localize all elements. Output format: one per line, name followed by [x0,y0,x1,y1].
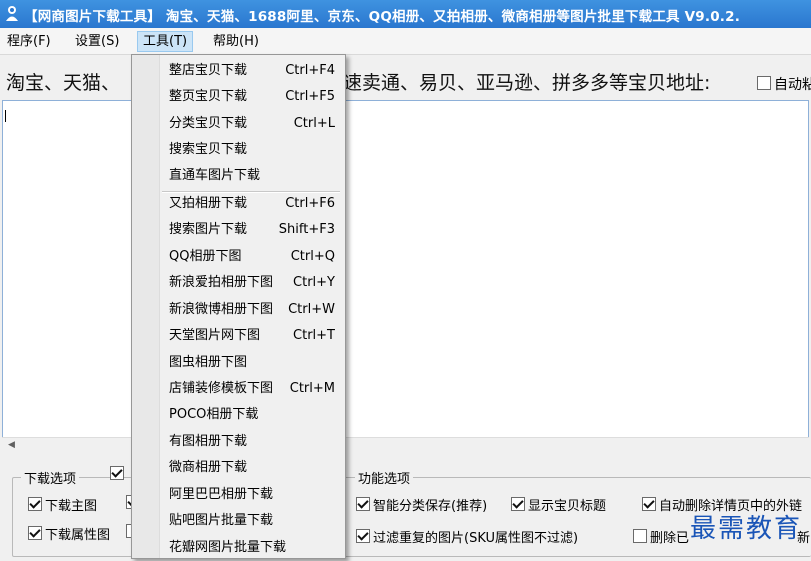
window-title: 【网商图片下载工具】 淘宝、天猫、1688阿里、京东、QQ相册、又拍相册、微商相… [24,9,741,25]
checkbox-icon[interactable] [511,497,525,511]
checkbox-icon[interactable] [642,497,656,511]
menu-item-label: 直通车图片下载 [169,168,261,183]
menu-item-shortcut: Ctrl+W [288,302,335,317]
menu-item-label: 店铺装修模板下图 [169,381,274,396]
menu-item-label: 天堂图片网下图 [169,328,261,343]
show-title-label: 显示宝贝标题 [528,499,607,514]
menu-item-label: 整店宝贝下载 [169,63,248,78]
url-input-area[interactable] [2,100,809,452]
menu-item-label: 搜索图片下载 [169,222,248,237]
address-hint-left: 淘宝、天猫、 [6,72,121,94]
auto-paste-label: 自动粘 [774,77,811,93]
menu-item-label: 新浪微博相册下图 [169,302,274,317]
menu-item-search-download[interactable]: 搜索宝贝下载 [132,137,345,163]
menu-item-label: 有图相册下载 [169,434,248,449]
show-title-checkbox[interactable]: 显示宝贝标题 [511,495,606,514]
address-hint-right: 速卖通、易贝、亚马逊、拼多多等宝贝地址: [343,72,711,94]
auto-paste-checkbox[interactable]: 自动粘 [757,74,811,94]
menu-item-label: 新浪爱拍相册下图 [169,275,274,290]
checkbox-icon[interactable] [356,529,370,543]
menu-item-shortcut: Ctrl+M [289,381,335,396]
checkbox-icon[interactable] [633,529,647,543]
app-logo-icon [6,6,18,21]
menu-item-sina-aipai[interactable]: 新浪爱拍相册下图 Ctrl+Y [132,270,345,296]
function-options-title: 功能选项 [355,468,414,487]
download-main-image-checkbox[interactable]: 下载主图 [28,495,97,514]
smart-save-label: 智能分类保存(推荐) [373,499,488,514]
menu-item-huaban-images[interactable]: 花瓣网图片批量下载 [132,535,345,561]
download-options-title: 下载选项 [21,468,80,487]
menu-settings[interactable]: 设置(S) [70,32,124,51]
checkbox-icon[interactable] [110,466,124,480]
menu-tools[interactable]: 工具(T) [137,31,194,52]
horizontal-scrollbar[interactable]: ◀ [2,437,809,453]
menu-item-alibaba-album[interactable]: 阿里巴巴相册下载 [132,482,345,508]
download-main-image-label: 下载主图 [45,499,98,514]
menu-item-shortcut: Ctrl+F5 [285,89,335,104]
menu-item-youtu-album[interactable]: 有图相册下载 [132,429,345,455]
smart-save-checkbox[interactable]: 智能分类保存(推荐) [356,495,487,514]
menu-item-shop-download[interactable]: 整店宝贝下载 Ctrl+F4 [132,58,345,84]
menu-item-label: 微商相册下载 [169,460,248,475]
checkbox-icon[interactable] [28,526,42,540]
menu-program[interactable]: 程序(F) [2,32,56,51]
menu-item-search-images[interactable]: 搜索图片下载 Shift+F3 [132,217,345,243]
menu-item-poco-album[interactable]: POCO相册下载 [132,402,345,428]
menu-item-tuchong[interactable]: 图虫相册下图 [132,350,345,376]
menu-item-label: 整页宝贝下载 [169,89,248,104]
menu-item-shortcut: Shift+F3 [278,222,335,237]
menu-item-label: 又拍相册下载 [169,196,248,211]
menu-item-shop-template[interactable]: 店铺装修模板下图 Ctrl+M [132,376,345,402]
menu-item-shortcut: Ctrl+F4 [285,63,335,78]
watermark-text: 最需教育 [690,514,803,544]
menu-item-label: 贴吧图片批量下载 [169,513,274,528]
scroll-left-icon[interactable]: ◀ [8,440,15,450]
menu-item-upai-album[interactable]: 又拍相册下载 Ctrl+F6 [132,191,345,217]
checkbox-icon[interactable] [356,497,370,511]
menu-item-shortcut: Ctrl+T [293,328,335,343]
menu-item-qq-album[interactable]: QQ相册下图 Ctrl+Q [132,244,345,270]
menu-item-shortcut: Ctrl+Y [293,275,335,290]
checkbox-icon[interactable] [28,497,42,511]
menu-item-label: 阿里巴巴相册下载 [169,487,274,502]
menu-item-category-download[interactable]: 分类宝贝下载 Ctrl+L [132,111,345,137]
menu-item-weishang-album[interactable]: 微商相册下载 [132,455,345,481]
download-attr-image-label: 下载属性图 [45,528,111,543]
download-option-extra[interactable] [110,466,127,483]
menu-help[interactable]: 帮助(H) [208,32,264,51]
filter-duplicates-label: 过滤重复的图片(SKU属性图不过滤) [373,531,579,546]
menu-item-sina-weibo[interactable]: 新浪微博相册下图 Ctrl+W [132,297,345,323]
delete-option-checkbox[interactable]: 删除已 [633,527,689,546]
menu-item-shortcut: Ctrl+F6 [285,196,335,211]
menu-item-label: 花瓣网图片批量下载 [169,540,287,555]
filter-duplicates-checkbox[interactable]: 过滤重复的图片(SKU属性图不过滤) [356,527,578,546]
menu-item-label: 分类宝贝下载 [169,116,248,131]
menu-bar: 程序(F) 设置(S) 工具(T) 帮助(H) [0,28,811,55]
title-bar: 【网商图片下载工具】 淘宝、天猫、1688阿里、京东、QQ相册、又拍相册、微商相… [0,0,811,28]
menu-item-ivsky[interactable]: 天堂图片网下图 Ctrl+T [132,323,345,349]
delete-option-label: 删除已 [650,531,690,546]
menu-item-page-download[interactable]: 整页宝贝下载 Ctrl+F5 [132,84,345,110]
download-attr-image-checkbox[interactable]: 下载属性图 [28,524,110,543]
menu-item-label: POCO相册下载 [169,407,259,422]
menu-item-label: 图虫相册下图 [169,355,248,370]
menu-item-ztc-download[interactable]: 直通车图片下载 [132,163,345,189]
checkbox-icon[interactable] [757,76,771,90]
menu-item-shortcut: Ctrl+L [293,116,335,131]
menu-item-label: 搜索宝贝下载 [169,142,248,157]
menu-item-tieba-images[interactable]: 贴吧图片批量下载 [132,508,345,534]
tools-dropdown-menu: 整店宝贝下载 Ctrl+F4 整页宝贝下载 Ctrl+F5 分类宝贝下载 Ctr… [131,54,346,559]
menu-item-label: QQ相册下图 [169,249,242,264]
menu-item-shortcut: Ctrl+Q [290,249,335,264]
text-caret [5,110,6,122]
